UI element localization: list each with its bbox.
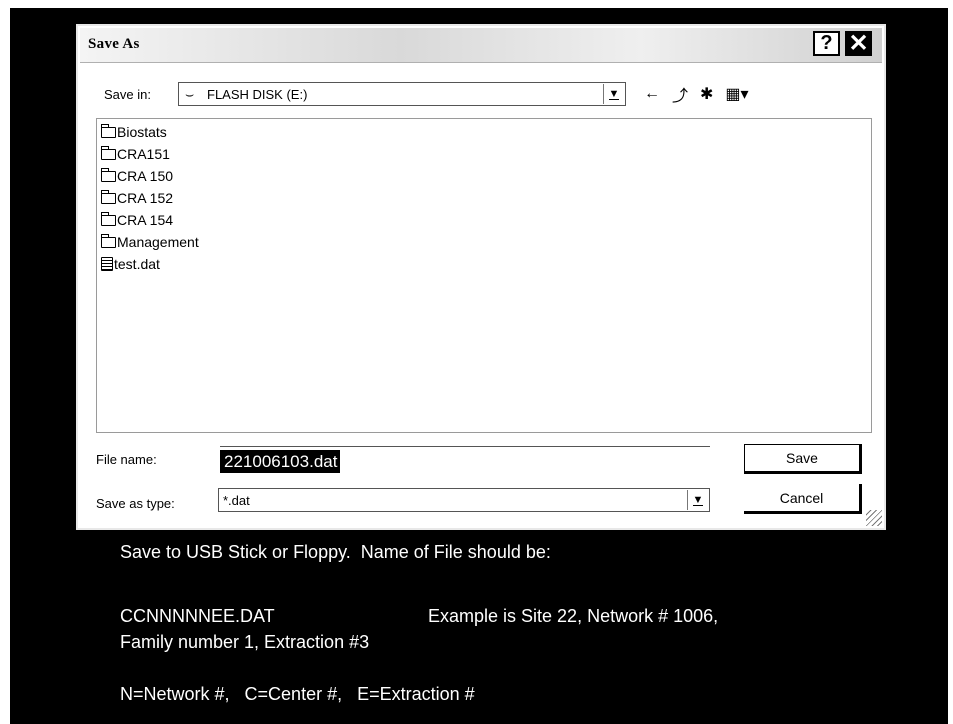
new-folder-icon[interactable]: ✱ bbox=[700, 84, 713, 104]
folder-icon bbox=[101, 167, 116, 182]
save-in-dropdown[interactable]: ⌣ FLASH DISK (E:) ▼ bbox=[178, 82, 626, 106]
screen-background: Save As ? ✕ Save in: ⌣ FLASH DISK (E:) ▼… bbox=[10, 8, 948, 724]
file-name: test.dat bbox=[114, 256, 160, 272]
resize-grip-icon[interactable] bbox=[866, 510, 882, 526]
help-icon: ? bbox=[820, 32, 833, 54]
file-name: CRA151 bbox=[117, 146, 170, 162]
save-button[interactable]: Save bbox=[744, 444, 862, 474]
instruction-line-3: Family number 1, Extraction #3 bbox=[120, 632, 370, 652]
file-name: Biostats bbox=[117, 124, 167, 140]
list-item[interactable]: CRA 152 bbox=[101, 187, 173, 209]
folder-icon bbox=[101, 189, 116, 204]
instruction-line-1: Save to USB Stick or Floppy. Name of Fil… bbox=[120, 542, 551, 562]
file-name-label: File name: bbox=[96, 452, 157, 467]
save-as-type-dropdown[interactable]: *.dat ▼ bbox=[218, 488, 710, 512]
close-button[interactable]: ✕ bbox=[845, 30, 872, 57]
list-item[interactable]: CRA151 bbox=[101, 143, 170, 165]
save-in-value: FLASH DISK (E:) bbox=[207, 87, 308, 102]
title-bar[interactable]: Save As ? ✕ bbox=[80, 28, 882, 63]
instruction-example: Example is Site 22, Network # 1006, bbox=[428, 606, 719, 626]
instruction-legend: N=Network #, C=Center #, E=Extraction # bbox=[120, 684, 475, 704]
help-button[interactable]: ? bbox=[813, 31, 840, 56]
folder-icon bbox=[101, 123, 116, 138]
file-name: CRA 152 bbox=[117, 190, 174, 206]
save-as-type-label: Save as type: bbox=[96, 496, 175, 511]
chevron-down-icon[interactable]: ▼ bbox=[687, 490, 708, 510]
file-name-field-border bbox=[220, 446, 710, 447]
cancel-button[interactable]: Cancel bbox=[744, 484, 862, 514]
dialog-title: Save As bbox=[88, 36, 140, 52]
instruction-filename-pattern: CCNNNNNEE.DAT bbox=[120, 606, 275, 626]
document-icon bbox=[101, 257, 113, 271]
list-item[interactable]: CRA 154 bbox=[101, 209, 173, 231]
toolbar: ← ⤴ ✱ ▦▾ bbox=[644, 82, 749, 106]
close-icon: ✕ bbox=[848, 30, 869, 57]
save-as-type-value: *.dat bbox=[223, 493, 250, 508]
save-in-label: Save in: bbox=[104, 87, 151, 102]
file-name: CRA 154 bbox=[117, 212, 174, 228]
list-item[interactable]: Biostats bbox=[101, 121, 167, 143]
chevron-down-icon[interactable]: ▼ bbox=[603, 84, 624, 104]
file-list[interactable]: Biostats CRA151 CRA 150 CRA 152 CRA 154 … bbox=[96, 118, 872, 433]
folder-icon bbox=[101, 233, 116, 248]
file-name: CRA 150 bbox=[117, 168, 174, 184]
list-item[interactable]: test.dat bbox=[101, 253, 160, 275]
usb-drive-icon: ⌣ bbox=[185, 86, 195, 102]
up-folder-icon[interactable]: ⤴ bbox=[672, 82, 688, 106]
list-item[interactable]: CRA 150 bbox=[101, 165, 173, 187]
save-as-dialog: Save As ? ✕ Save in: ⌣ FLASH DISK (E:) ▼… bbox=[76, 24, 886, 530]
file-name-input[interactable]: 221006103.dat bbox=[220, 450, 341, 473]
back-icon[interactable]: ← bbox=[644, 85, 660, 103]
file-name: Management bbox=[117, 234, 199, 250]
views-menu-icon[interactable]: ▦▾ bbox=[725, 84, 748, 104]
list-item[interactable]: Management bbox=[101, 231, 199, 253]
folder-icon bbox=[101, 211, 116, 226]
folder-icon bbox=[101, 145, 116, 160]
